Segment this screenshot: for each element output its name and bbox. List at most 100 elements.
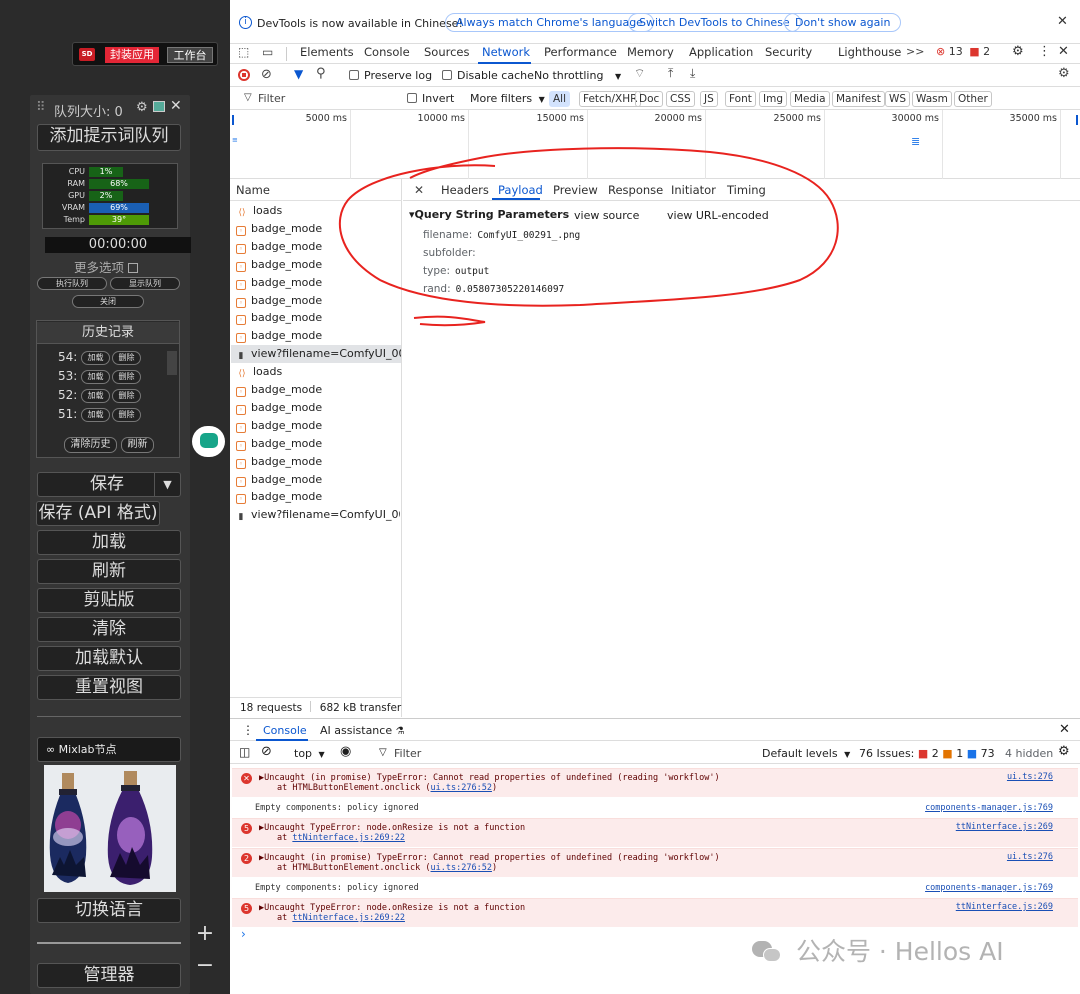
- chat-bubble-icon[interactable]: [192, 426, 225, 457]
- console-error-row[interactable]: 5 ▶Uncaught TypeError: node.onResize is n…: [232, 818, 1078, 847]
- request-row[interactable]: ◦ badge_mode: [236, 488, 400, 506]
- tab-memory[interactable]: Memory: [627, 45, 674, 59]
- filter-type-font[interactable]: Font: [725, 91, 756, 107]
- history-scrollbar[interactable]: [167, 351, 177, 375]
- filter-type-wasm[interactable]: Wasm: [912, 91, 952, 107]
- gear-icon[interactable]: ⚙: [136, 100, 148, 115]
- eye-icon[interactable]: ◉: [340, 744, 351, 759]
- save-dropdown-chevron-icon[interactable]: ▼: [154, 473, 180, 496]
- more-options-checkbox[interactable]: [128, 263, 138, 273]
- filter-input[interactable]: Filter: [258, 92, 285, 105]
- timeline-right-handle[interactable]: [1076, 115, 1078, 125]
- more-filters-dropdown[interactable]: More filters ▼: [470, 92, 545, 105]
- device-toolbar-icon[interactable]: ▭: [262, 45, 273, 59]
- tab-security[interactable]: Security: [765, 45, 812, 59]
- context-select[interactable]: top ▼: [294, 747, 325, 760]
- load-default-button[interactable]: 加载默认: [37, 646, 181, 671]
- request-row[interactable]: ◦ badge_mode: [236, 453, 400, 471]
- kebab-menu-icon[interactable]: ⋮: [1038, 44, 1051, 59]
- request-row[interactable]: ▮ view?filename=ComfyUI_00...: [236, 506, 400, 524]
- more-tabs-button[interactable]: >>: [906, 45, 924, 58]
- source-link[interactable]: components-manager.js:769: [925, 883, 1053, 893]
- network-conditions-icon[interactable]: ⌔: [634, 66, 645, 81]
- clear-console-icon[interactable]: ⊘: [261, 744, 272, 759]
- default-levels-select[interactable]: Default levels ▼: [762, 747, 850, 760]
- switch-language-button[interactable]: 切换语言: [37, 898, 181, 923]
- source-link[interactable]: components-manager.js:769: [925, 803, 1053, 813]
- name-column-header[interactable]: Name: [236, 183, 270, 197]
- app-badge[interactable]: SD 封装应用 工作台: [72, 42, 218, 66]
- request-row[interactable]: ▮ view?filename=ComfyUI_00...: [231, 345, 401, 364]
- history-delete-button[interactable]: 删除: [112, 370, 141, 384]
- pack-app-button[interactable]: 封装应用: [105, 47, 159, 63]
- drawer-tab-ai-assistance[interactable]: AI assistance ⚗: [320, 724, 405, 737]
- clear-icon[interactable]: ⊘: [261, 67, 272, 82]
- console-filter-input[interactable]: Filter: [394, 747, 421, 760]
- drag-handle-icon[interactable]: ⠿: [36, 100, 46, 115]
- save-api-button[interactable]: 保存 (API 格式): [36, 501, 160, 526]
- request-row[interactable]: ◦ badge_mode: [236, 471, 400, 489]
- preserve-log-checkbox[interactable]: [349, 70, 359, 80]
- tab-performance[interactable]: Performance: [544, 45, 617, 59]
- clipboard-button[interactable]: 剪贴版: [37, 588, 181, 613]
- history-delete-button[interactable]: 删除: [112, 408, 141, 422]
- filter-type-js[interactable]: JS: [700, 91, 718, 107]
- source-link[interactable]: ttNinterface.js:269: [956, 902, 1053, 912]
- console-error-row[interactable]: ✕ ▶Uncaught (in promise) TypeError: Canno…: [232, 768, 1078, 797]
- source-link[interactable]: ttNinterface.js:269: [956, 822, 1053, 832]
- tab-network[interactable]: Network: [482, 45, 530, 59]
- more-options[interactable]: 更多选项: [74, 257, 138, 276]
- console-prompt[interactable]: ›: [241, 927, 246, 941]
- filter-type-css[interactable]: CSS: [666, 91, 695, 107]
- close-icon[interactable]: ✕: [170, 98, 182, 114]
- history-load-button[interactable]: 加载: [81, 370, 110, 384]
- tab-application[interactable]: Application: [689, 45, 753, 59]
- exec-queue-button[interactable]: 执行队列: [37, 277, 107, 290]
- error-count-badge[interactable]: ⊗ 13 ■ 2: [936, 45, 990, 58]
- console-error-row[interactable]: 5 ▶Uncaught TypeError: node.onResize is n…: [232, 898, 1078, 927]
- zoom-in-button[interactable]: +: [190, 919, 220, 949]
- refresh-button[interactable]: 刷新: [37, 559, 181, 584]
- network-settings-gear-icon[interactable]: ⚙: [1058, 66, 1070, 81]
- request-row[interactable]: ◦ badge_mode: [236, 435, 400, 453]
- history-load-button[interactable]: 加载: [81, 351, 110, 365]
- invert-checkbox[interactable]: [407, 93, 417, 103]
- console-error-row[interactable]: 2 ▶Uncaught (in promise) TypeError: Canno…: [232, 848, 1078, 877]
- issues-button[interactable]: 76 Issues: ■ 2 ■ 1 ■ 73: [859, 747, 995, 760]
- drawer-close-icon[interactable]: ✕: [1059, 722, 1070, 737]
- stack-link[interactable]: ttNinterface.js:269:22: [292, 913, 405, 923]
- devtools-close-icon[interactable]: ✕: [1058, 44, 1069, 59]
- clear-history-button[interactable]: 清除历史: [64, 437, 117, 453]
- console-settings-gear-icon[interactable]: ⚙: [1058, 744, 1070, 759]
- always-match-language-button[interactable]: Always match Chrome's language: [445, 13, 654, 32]
- tab-lighthouse[interactable]: Lighthouse: [838, 45, 901, 59]
- filter-type-ws[interactable]: WS: [885, 91, 911, 107]
- dont-show-again-button[interactable]: Don't show again: [784, 13, 902, 32]
- workbench-button[interactable]: 工作台: [167, 47, 213, 63]
- disable-cache-checkbox[interactable]: [442, 70, 452, 80]
- record-stop-icon[interactable]: [238, 69, 250, 81]
- zoom-out-button[interactable]: −: [190, 951, 220, 981]
- throttling-select[interactable]: No throttling ▼: [534, 69, 621, 82]
- close-queue-button[interactable]: 关闭: [72, 295, 144, 308]
- filter-type-manifest[interactable]: Manifest: [832, 91, 885, 107]
- filter-funnel-icon[interactable]: ▼: [294, 67, 303, 81]
- filter-type-media[interactable]: Media: [790, 91, 830, 107]
- tab-elements[interactable]: Elements: [300, 45, 354, 59]
- add-prompt-queue-button[interactable]: 添加提示词队列: [37, 124, 181, 151]
- mixlab-nodes-button[interactable]: ∞ Mixlab节点: [37, 737, 181, 762]
- drawer-tab-console[interactable]: Console: [263, 724, 307, 737]
- history-delete-button[interactable]: 删除: [112, 389, 141, 403]
- settings-gear-icon[interactable]: ⚙: [1012, 44, 1024, 59]
- filter-type-all[interactable]: All: [549, 91, 571, 107]
- source-link[interactable]: ui.ts:276: [1007, 852, 1053, 862]
- tab-console[interactable]: Console: [364, 45, 410, 59]
- request-row[interactable]: ⟨⟩ loads: [236, 363, 400, 381]
- drawer-menu-icon[interactable]: ⋮: [242, 723, 254, 737]
- infobar-close-icon[interactable]: ✕: [1057, 14, 1068, 29]
- sidebar-toggle-icon[interactable]: ◫: [239, 745, 250, 759]
- show-queue-button[interactable]: 显示队列: [110, 277, 180, 290]
- stack-link[interactable]: ttNinterface.js:269:22: [292, 833, 405, 843]
- request-row[interactable]: ◦ badge_mode: [236, 417, 400, 435]
- inspect-element-icon[interactable]: ⬚: [238, 45, 249, 59]
